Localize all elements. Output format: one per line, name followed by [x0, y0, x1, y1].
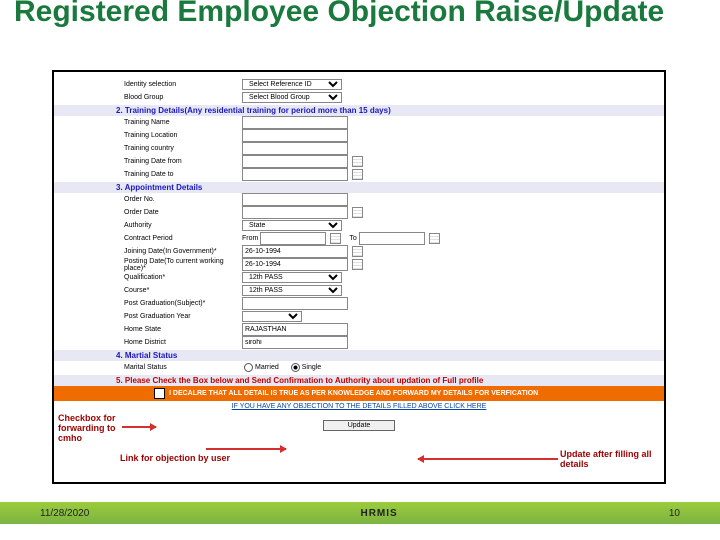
arrow-icon: [206, 448, 286, 450]
section-2-header: 2. Training Details(Any residential trai…: [54, 105, 664, 116]
authority-select[interactable]: State: [242, 220, 342, 231]
order-no-input[interactable]: [242, 193, 348, 206]
training-country-input[interactable]: [242, 142, 348, 155]
footer-center: HRMIS: [360, 508, 397, 519]
identity-label: Identity selection: [124, 81, 242, 88]
order-no-label: Order No.: [124, 196, 242, 203]
declare-bar: I DECALRE THAT ALL DETAIL IS TRUE AS PER…: [54, 386, 664, 401]
identity-select[interactable]: Select Reference ID: [242, 79, 342, 90]
married-radio[interactable]: [244, 363, 253, 372]
section-5-header: 5. Please Check the Box below and Send C…: [54, 375, 664, 386]
training-to-label: Training Date to: [124, 171, 242, 178]
contract-from-input[interactable]: [260, 232, 326, 245]
arrow-icon: [122, 426, 156, 428]
training-name-input[interactable]: [242, 116, 348, 129]
marital-label: Marital Status: [124, 364, 242, 371]
course-select[interactable]: 12th PASS: [242, 285, 342, 296]
training-from-label: Training Date from: [124, 158, 242, 165]
home-state-input[interactable]: [242, 323, 348, 336]
contract-label: Contract Period: [124, 235, 242, 242]
footer-date: 11/28/2020: [40, 508, 89, 519]
section-3-header: 3. Appointment Details: [54, 182, 664, 193]
pg-input[interactable]: [242, 297, 348, 310]
posting-input[interactable]: [242, 258, 348, 271]
blood-label: Blood Group: [124, 94, 242, 101]
arrow-icon: [418, 458, 558, 460]
single-label: Single: [302, 364, 321, 371]
calendar-icon[interactable]: [352, 156, 363, 167]
form-screenshot: Identity selection Select Reference ID B…: [52, 70, 666, 484]
joining-label: Joining Date(In Government)*: [124, 248, 242, 255]
calendar-icon[interactable]: [429, 233, 440, 244]
contract-to-input[interactable]: [359, 232, 425, 245]
training-to-input[interactable]: [242, 168, 348, 181]
posting-label: Posting Date(To current working place)*: [124, 258, 242, 272]
to-label: To: [349, 235, 356, 242]
blood-select[interactable]: Select Blood Group: [242, 92, 342, 103]
objection-link[interactable]: IF YOU HAVE ANY OBJECTION TO THE DETAILS…: [232, 403, 487, 410]
calendar-icon[interactable]: [330, 233, 341, 244]
footer: 11/28/2020 HRMIS 10: [0, 502, 720, 524]
training-loc-input[interactable]: [242, 129, 348, 142]
joining-input[interactable]: [242, 245, 348, 258]
married-label: Married: [255, 364, 279, 371]
authority-label: Authority: [124, 222, 242, 229]
home-dist-input[interactable]: [242, 336, 348, 349]
declare-checkbox[interactable]: [154, 388, 165, 399]
from-label: From: [242, 235, 258, 242]
single-radio[interactable]: [291, 363, 300, 372]
qual-label: Qualification*: [124, 274, 242, 281]
calendar-icon[interactable]: [352, 246, 363, 257]
calendar-icon[interactable]: [352, 259, 363, 270]
update-button[interactable]: Update: [323, 420, 396, 431]
order-date-input[interactable]: [242, 206, 348, 219]
training-from-input[interactable]: [242, 155, 348, 168]
pg-label: Post Graduation(Subject)*: [124, 300, 242, 307]
annotation-link: Link for objection by user: [120, 454, 230, 464]
footer-page: 10: [669, 508, 680, 519]
section-4-header: 4. Martial Status: [54, 350, 664, 361]
course-label: Course*: [124, 287, 242, 294]
training-country-label: Training country: [124, 145, 242, 152]
pg-year-label: Post Graduation Year: [124, 313, 242, 320]
home-state-label: Home State: [124, 326, 242, 333]
training-name-label: Training Name: [124, 119, 242, 126]
qual-select[interactable]: 12th PASS: [242, 272, 342, 283]
declare-text: I DECALRE THAT ALL DETAIL IS TRUE AS PER…: [169, 390, 538, 397]
order-date-label: Order Date: [124, 209, 242, 216]
home-dist-label: Home District: [124, 339, 242, 346]
training-loc-label: Training Location: [124, 132, 242, 139]
page-title: Registered Employee Objection Raise/Upda…: [0, 0, 720, 28]
calendar-icon[interactable]: [352, 207, 363, 218]
pg-year-select[interactable]: [242, 311, 302, 322]
annotation-update: Update after filling all details: [560, 450, 660, 470]
annotation-checkbox: Checkbox for forwarding to cmho: [58, 414, 138, 444]
calendar-icon[interactable]: [352, 169, 363, 180]
